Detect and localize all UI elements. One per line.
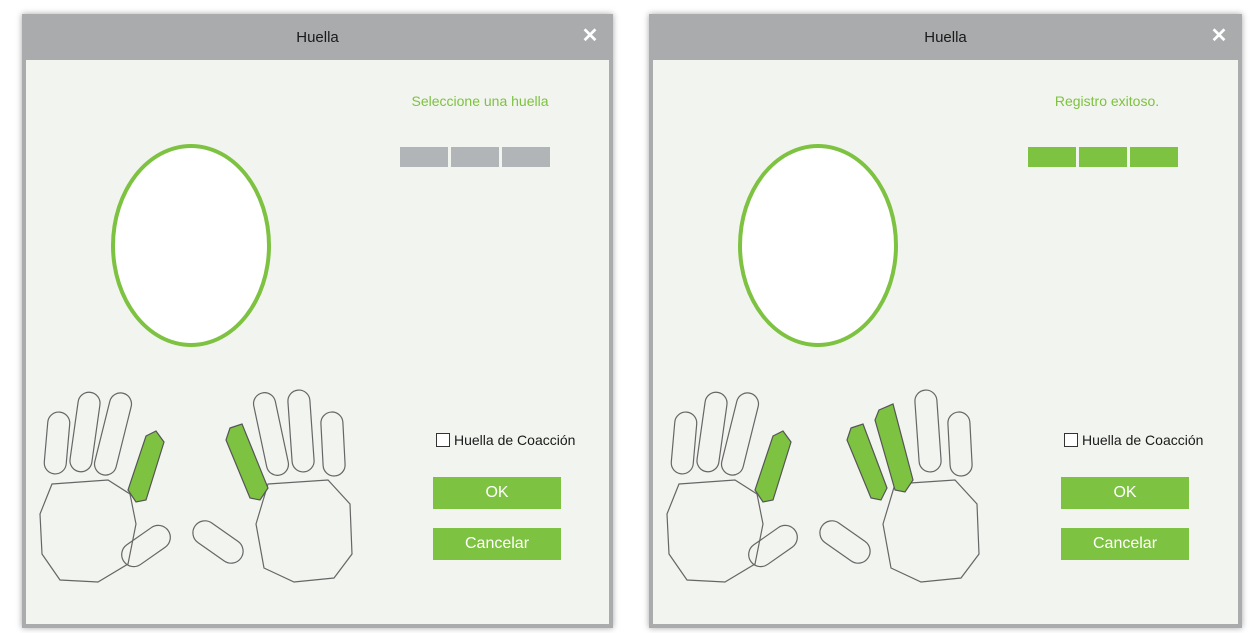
finger-left-little[interactable] — [43, 411, 71, 475]
ok-button[interactable]: OK — [1061, 477, 1189, 509]
dialog-titlebar: Huella ✕ — [22, 14, 613, 60]
progress-segment-3 — [502, 147, 550, 167]
hand-diagram-icon — [39, 389, 353, 583]
dialog-titlebar: Huella ✕ — [649, 14, 1242, 60]
finger-left-thumb[interactable] — [744, 521, 802, 572]
hand-diagram-icon — [666, 389, 980, 583]
finger-right-thumb[interactable] — [815, 516, 875, 568]
palm-left — [39, 479, 137, 583]
finger-left-thumb[interactable] — [117, 521, 175, 572]
status-message: Registro exitoso. — [1054, 93, 1160, 109]
progress-segment-2 — [1079, 147, 1127, 167]
enroll-progress — [1028, 147, 1178, 167]
progress-segment-3 — [1130, 147, 1178, 167]
duress-checkbox[interactable] — [1064, 433, 1078, 447]
fingerprint-preview — [738, 144, 898, 347]
finger-right-little[interactable] — [320, 411, 346, 477]
fingerprint-preview — [111, 144, 271, 347]
cancel-button[interactable]: Cancelar — [1061, 528, 1189, 560]
dialog-title: Huella — [924, 28, 967, 46]
progress-segment-1 — [400, 147, 448, 167]
fingerprint-dialog-select: Huella ✕ Seleccione una huella Huella de… — [22, 14, 613, 628]
progress-segment-2 — [451, 147, 499, 167]
finger-left-middle[interactable] — [719, 391, 761, 478]
finger-left-index-selected[interactable] — [127, 430, 165, 503]
fingerprint-dialog-success: Huella ✕ Registro exitoso. Huella de Coa… — [649, 14, 1242, 628]
finger-right-ring[interactable] — [287, 389, 315, 473]
finger-right-ring[interactable] — [914, 389, 942, 473]
finger-right-thumb[interactable] — [188, 516, 248, 568]
progress-segment-1 — [1028, 147, 1076, 167]
duress-fingerprint-option[interactable]: Huella de Coacción — [436, 432, 575, 448]
finger-left-ring[interactable] — [69, 391, 102, 473]
enroll-progress — [400, 147, 550, 167]
finger-right-index-selected[interactable] — [225, 423, 269, 501]
finger-left-index-selected[interactable] — [754, 430, 792, 503]
finger-left-little[interactable] — [670, 411, 698, 475]
palm-right — [255, 479, 353, 583]
close-icon[interactable]: ✕ — [1210, 26, 1228, 46]
palm-left — [666, 479, 764, 583]
finger-left-ring[interactable] — [696, 391, 729, 473]
palm-right — [882, 479, 980, 583]
duress-label: Huella de Coacción — [454, 432, 576, 448]
finger-right-little[interactable] — [947, 411, 973, 477]
dialog-title: Huella — [296, 28, 339, 46]
close-icon[interactable]: ✕ — [581, 26, 599, 46]
duress-label: Huella de Coacción — [1082, 432, 1204, 448]
duress-checkbox[interactable] — [436, 433, 450, 447]
duress-fingerprint-option[interactable]: Huella de Coacción — [1064, 432, 1203, 448]
finger-left-middle[interactable] — [92, 391, 134, 478]
ok-button[interactable]: OK — [433, 477, 561, 509]
status-message: Seleccione una huella — [411, 93, 549, 109]
cancel-button[interactable]: Cancelar — [433, 528, 561, 560]
